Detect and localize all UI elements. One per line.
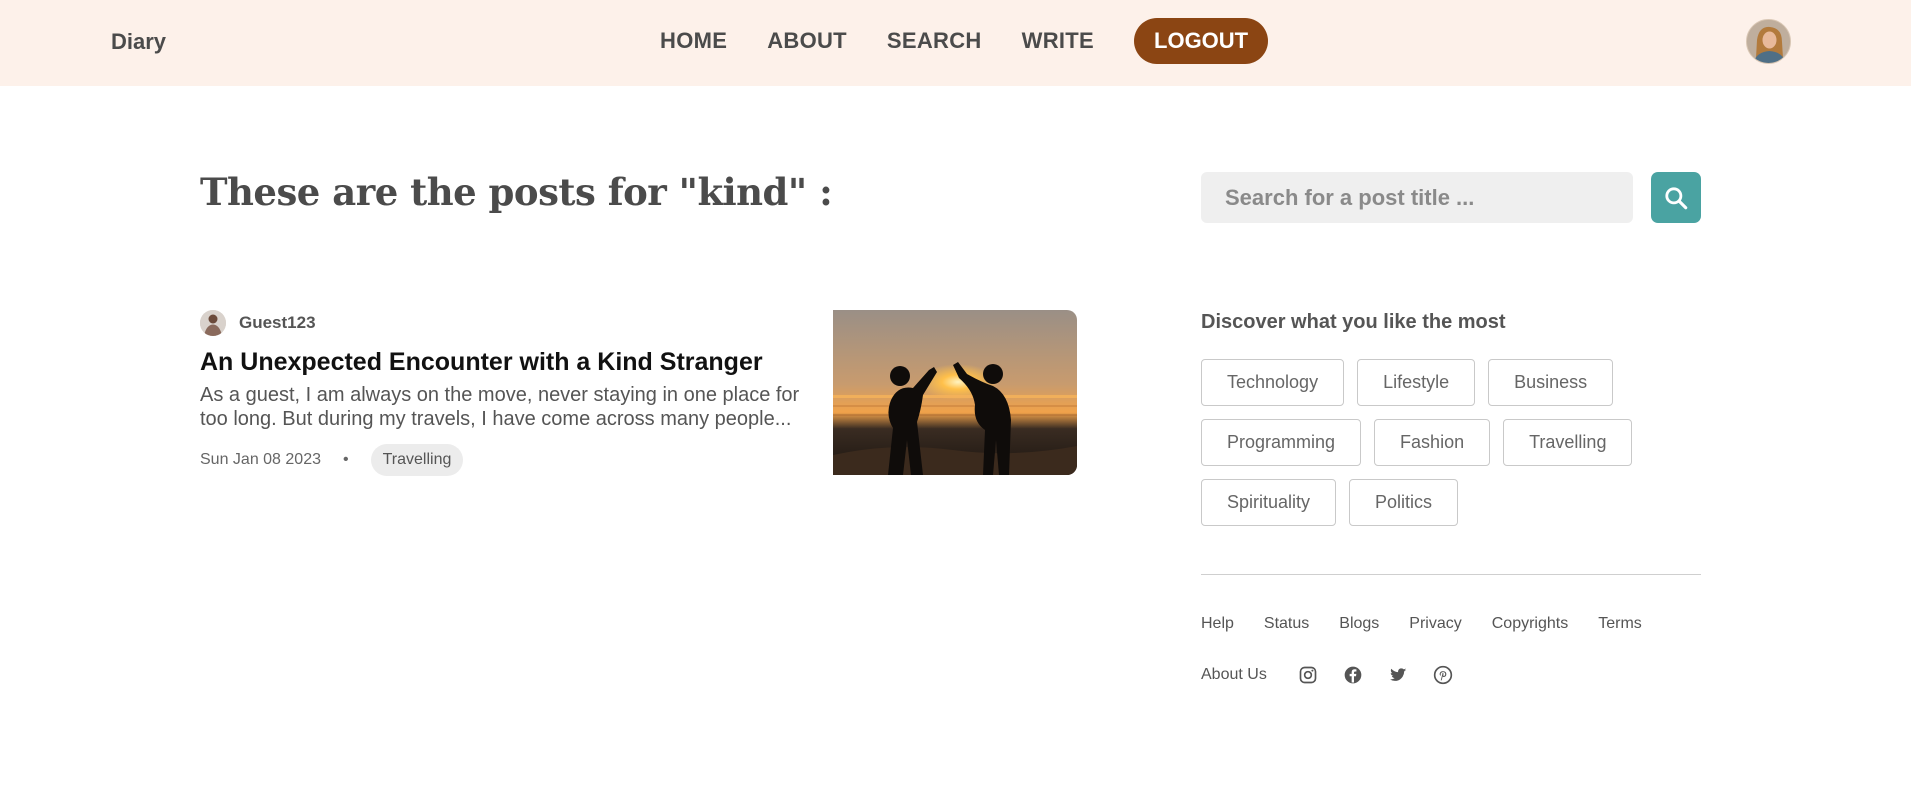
post-tag[interactable]: Travelling	[370, 444, 464, 476]
discover-title: Discover what you like the most	[1201, 311, 1506, 333]
post-thumbnail[interactable]	[833, 310, 1077, 475]
search-icon	[1665, 186, 1688, 209]
footer-link-blogs[interactable]: Blogs	[1339, 615, 1379, 633]
search-input[interactable]	[1201, 172, 1633, 223]
footer-link-terms[interactable]: Terms	[1598, 615, 1642, 633]
author-avatar	[200, 310, 226, 336]
footer-link-privacy[interactable]: Privacy	[1409, 615, 1461, 633]
footer-link-about-us[interactable]: About Us	[1201, 666, 1267, 684]
author-name: Guest123	[239, 313, 316, 332]
post-card: Guest123 An Unexpected Encounter with a …	[200, 310, 1077, 476]
instagram-icon[interactable]	[1297, 664, 1319, 686]
twitter-icon[interactable]	[1387, 664, 1409, 686]
post-excerpt: As a guest, I am always on the move, nev…	[200, 384, 800, 430]
meta-separator: •	[343, 451, 349, 468]
pinterest-icon[interactable]	[1432, 664, 1454, 686]
topic-tag[interactable]: Programming	[1201, 419, 1362, 466]
nav-write[interactable]: WRITE	[1022, 28, 1094, 54]
post-author[interactable]: Guest123	[200, 310, 316, 336]
top-navbar: Diary HOME ABOUT SEARCH WRITE LOGOUT	[0, 0, 1911, 86]
topic-tag[interactable]: Spirituality	[1201, 479, 1337, 526]
nav-about[interactable]: ABOUT	[767, 28, 847, 54]
nav-home[interactable]: HOME	[660, 28, 727, 54]
topic-tag[interactable]: Fashion	[1374, 419, 1491, 466]
post-meta: Sun Jan 08 2023 • Travelling	[200, 444, 464, 476]
logout-button[interactable]: LOGOUT	[1134, 18, 1269, 64]
topic-tag[interactable]: Lifestyle	[1357, 359, 1476, 406]
topic-tags: Technology Lifestyle Business Programmin…	[1201, 359, 1711, 539]
footer-link-copyrights[interactable]: Copyrights	[1492, 615, 1568, 633]
brand-logo[interactable]: Diary	[111, 29, 166, 55]
search-button[interactable]	[1651, 172, 1701, 223]
footer-links: Help Status Blogs Privacy Copyrights Ter…	[1201, 615, 1672, 633]
post-title[interactable]: An Unexpected Encounter with a Kind Stra…	[200, 348, 763, 377]
topic-tag[interactable]: Technology	[1201, 359, 1345, 406]
nav-search[interactable]: SEARCH	[887, 28, 982, 54]
facebook-icon[interactable]	[1342, 664, 1364, 686]
post-date: Sun Jan 08 2023	[200, 451, 321, 468]
footer-link-status[interactable]: Status	[1264, 615, 1309, 633]
topic-tag[interactable]: Business	[1488, 359, 1614, 406]
topic-tag[interactable]: Travelling	[1503, 419, 1633, 466]
main-nav: HOME ABOUT SEARCH WRITE LOGOUT	[660, 18, 1269, 64]
page-title: These are the posts for "kind" :	[200, 170, 833, 214]
topic-tag[interactable]: Politics	[1349, 479, 1459, 526]
footer-link-help[interactable]: Help	[1201, 615, 1234, 633]
sidebar-divider	[1201, 574, 1701, 575]
user-avatar[interactable]	[1746, 19, 1791, 64]
footer-social-row: About Us	[1201, 662, 1454, 688]
